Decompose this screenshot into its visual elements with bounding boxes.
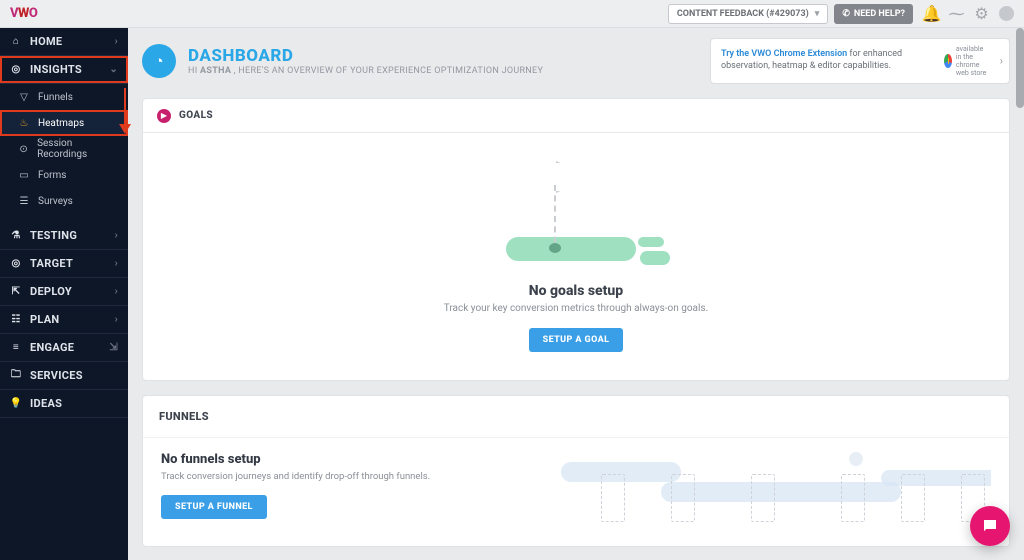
goals-card: ▶ GOALS No goals setup Track your key co…	[142, 98, 1010, 381]
target-icon: ◎	[10, 258, 22, 270]
sidebar-item-home[interactable]: ⌂ HOME ›	[0, 28, 128, 56]
chevron-down-icon: ▾	[815, 9, 820, 19]
goals-empty-heading: No goals setup	[529, 283, 623, 299]
goals-card-header: ▶ GOALS	[143, 99, 1009, 133]
flask-icon: ⚗	[10, 230, 22, 242]
funnels-card: FUNNELS No funnels setup Track conversio…	[142, 395, 1010, 547]
forms-icon: ▭	[18, 169, 30, 181]
sidebar-ideas-label: IDEAS	[30, 397, 62, 410]
sidebar-services-label: SERVICES	[30, 369, 83, 382]
sidebar-item-ideas[interactable]: 💡 IDEAS	[0, 390, 128, 418]
calendar-icon: ☷	[10, 314, 22, 326]
sidebar-forms-label: Forms	[38, 170, 66, 181]
insights-icon: ◎	[10, 64, 22, 76]
goals-title: GOALS	[179, 110, 213, 121]
need-help-button[interactable]: ✆ NEED HELP?	[834, 4, 913, 24]
content-feedback-button[interactable]: CONTENT FEEDBACK (#429073) ▾	[668, 4, 828, 24]
chevron-right-icon: ›	[115, 258, 118, 269]
external-link-icon: ⇲	[109, 342, 118, 353]
funnels-empty-illustration	[561, 452, 991, 526]
goals-empty-sub: Track your key conversion metrics throug…	[444, 303, 708, 314]
sidebar-sub-heatmaps[interactable]: ♨ Heatmaps	[0, 110, 128, 136]
sidebar-deploy-label: DEPLOY	[30, 285, 72, 298]
chevron-right-icon: ›	[115, 230, 118, 241]
funnels-empty-heading: No funnels setup	[161, 452, 541, 467]
sessions-icon: ⊙	[18, 143, 29, 155]
sidebar-testing-label: TESTING	[30, 229, 77, 242]
setup-funnel-button[interactable]: SETUP A FUNNEL	[161, 495, 267, 519]
chrome-extension-promo[interactable]: Try the VWO Chrome Extension for enhance…	[710, 38, 1010, 84]
sidebar: ⌂ HOME › ◎ INSIGHTS ⌄ ▽ Funnels ♨ Heatma…	[0, 28, 128, 560]
promo-text: Try the VWO Chrome Extension for enhance…	[721, 49, 936, 72]
sidebar-insights-label: INSIGHTS	[30, 63, 82, 76]
sidebar-item-plan[interactable]: ☷ PLAN ›	[0, 306, 128, 334]
goals-empty-illustration	[496, 161, 656, 271]
sidebar-surveys-label: Surveys	[38, 196, 73, 207]
sidebar-sub-funnels[interactable]: ▽ Funnels	[0, 84, 128, 110]
main-content: ◔ DASHBOARD HI ASTHA , HERE'S AN OVERVIE…	[128, 28, 1024, 560]
chrome-webstore-badge: available in thechrome web store	[944, 45, 989, 77]
sidebar-funnels-label: Funnels	[38, 92, 73, 103]
sidebar-plan-label: PLAN	[30, 313, 60, 326]
sidebar-target-label: TARGET	[30, 257, 73, 270]
dashboard-icon: ◔	[142, 44, 176, 78]
sidebar-item-services[interactable]: 🗀 SERVICES	[0, 362, 128, 390]
account-avatar-icon[interactable]	[999, 6, 1014, 21]
sidebar-sub-forms[interactable]: ▭ Forms	[0, 162, 128, 188]
heatmap-icon: ♨	[18, 117, 30, 129]
funnels-title: FUNNELS	[143, 396, 1009, 438]
activity-icon[interactable]: ⁓	[949, 6, 964, 21]
chevron-right-icon: ›	[115, 36, 118, 47]
dashboard-header: ◔ DASHBOARD HI ASTHA , HERE'S AN OVERVIE…	[142, 38, 698, 84]
bell-icon[interactable]: 🔔	[924, 6, 939, 21]
gear-icon[interactable]: ⚙	[974, 6, 989, 21]
sidebar-sub-surveys[interactable]: ☰ Surveys	[0, 188, 128, 214]
engage-icon: ≡	[10, 342, 22, 354]
chevron-right-icon: ›	[115, 286, 118, 297]
sidebar-sub-sessions[interactable]: ⊙ Session Recordings	[0, 136, 128, 162]
sidebar-item-testing[interactable]: ⚗ TESTING ›	[0, 222, 128, 250]
sidebar-item-target[interactable]: ◎ TARGET ›	[0, 250, 128, 278]
dashboard-title: DASHBOARD	[188, 46, 543, 66]
content-feedback-label: CONTENT FEEDBACK (#429073)	[677, 9, 809, 19]
deploy-icon: ⇱	[10, 286, 22, 298]
sidebar-heatmaps-label: Heatmaps	[38, 118, 84, 129]
need-help-label: NEED HELP?	[854, 9, 905, 19]
chevron-right-icon: ›	[1000, 55, 1003, 68]
surveys-icon: ☰	[18, 195, 30, 207]
sidebar-sessions-label: Session Recordings	[37, 138, 118, 160]
sidebar-home-label: HOME	[30, 35, 62, 48]
chat-icon	[981, 517, 999, 535]
phone-icon: ✆	[842, 9, 850, 19]
funnels-empty-sub: Track conversion journeys and identify d…	[161, 471, 541, 482]
goals-icon: ▶	[157, 109, 171, 123]
sidebar-item-insights[interactable]: ◎ INSIGHTS ⌄	[0, 56, 128, 84]
chevron-right-icon: ›	[115, 314, 118, 325]
bulb-icon: 💡	[10, 398, 22, 410]
scrollbar[interactable]	[1016, 28, 1024, 108]
chevron-down-icon: ⌄	[109, 64, 118, 75]
vwo-logo[interactable]: VWO	[0, 6, 37, 21]
chrome-icon	[944, 54, 952, 68]
sidebar-item-engage[interactable]: ≡ ENGAGE ⇲	[0, 334, 128, 362]
sidebar-engage-label: ENGAGE	[30, 341, 74, 354]
setup-goal-button[interactable]: SETUP A GOAL	[529, 328, 624, 352]
briefcase-icon: 🗀	[10, 370, 22, 382]
dashboard-subtitle: HI ASTHA , HERE'S AN OVERVIEW OF YOUR EX…	[188, 66, 543, 76]
topbar: VWO CONTENT FEEDBACK (#429073) ▾ ✆ NEED …	[0, 0, 1024, 28]
funnel-icon: ▽	[18, 91, 30, 103]
home-icon: ⌂	[10, 36, 22, 48]
chat-fab[interactable]	[970, 506, 1010, 546]
sidebar-item-deploy[interactable]: ⇱ DEPLOY ›	[0, 278, 128, 306]
